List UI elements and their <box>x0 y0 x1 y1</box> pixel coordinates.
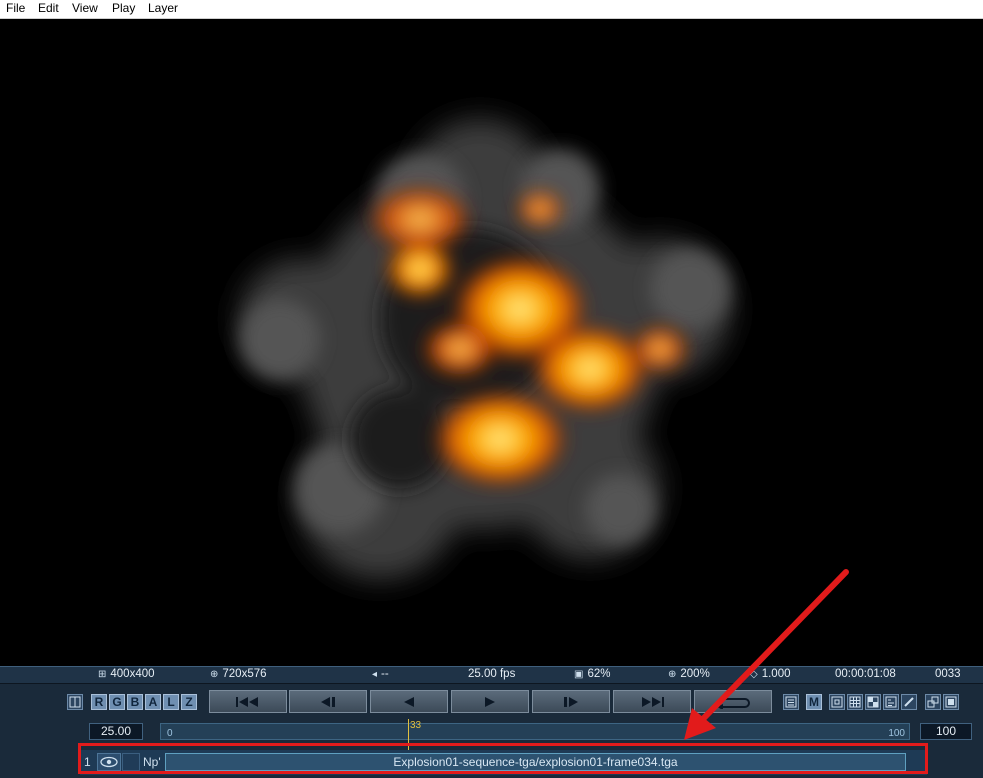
annotation-arrow <box>684 569 849 740</box>
